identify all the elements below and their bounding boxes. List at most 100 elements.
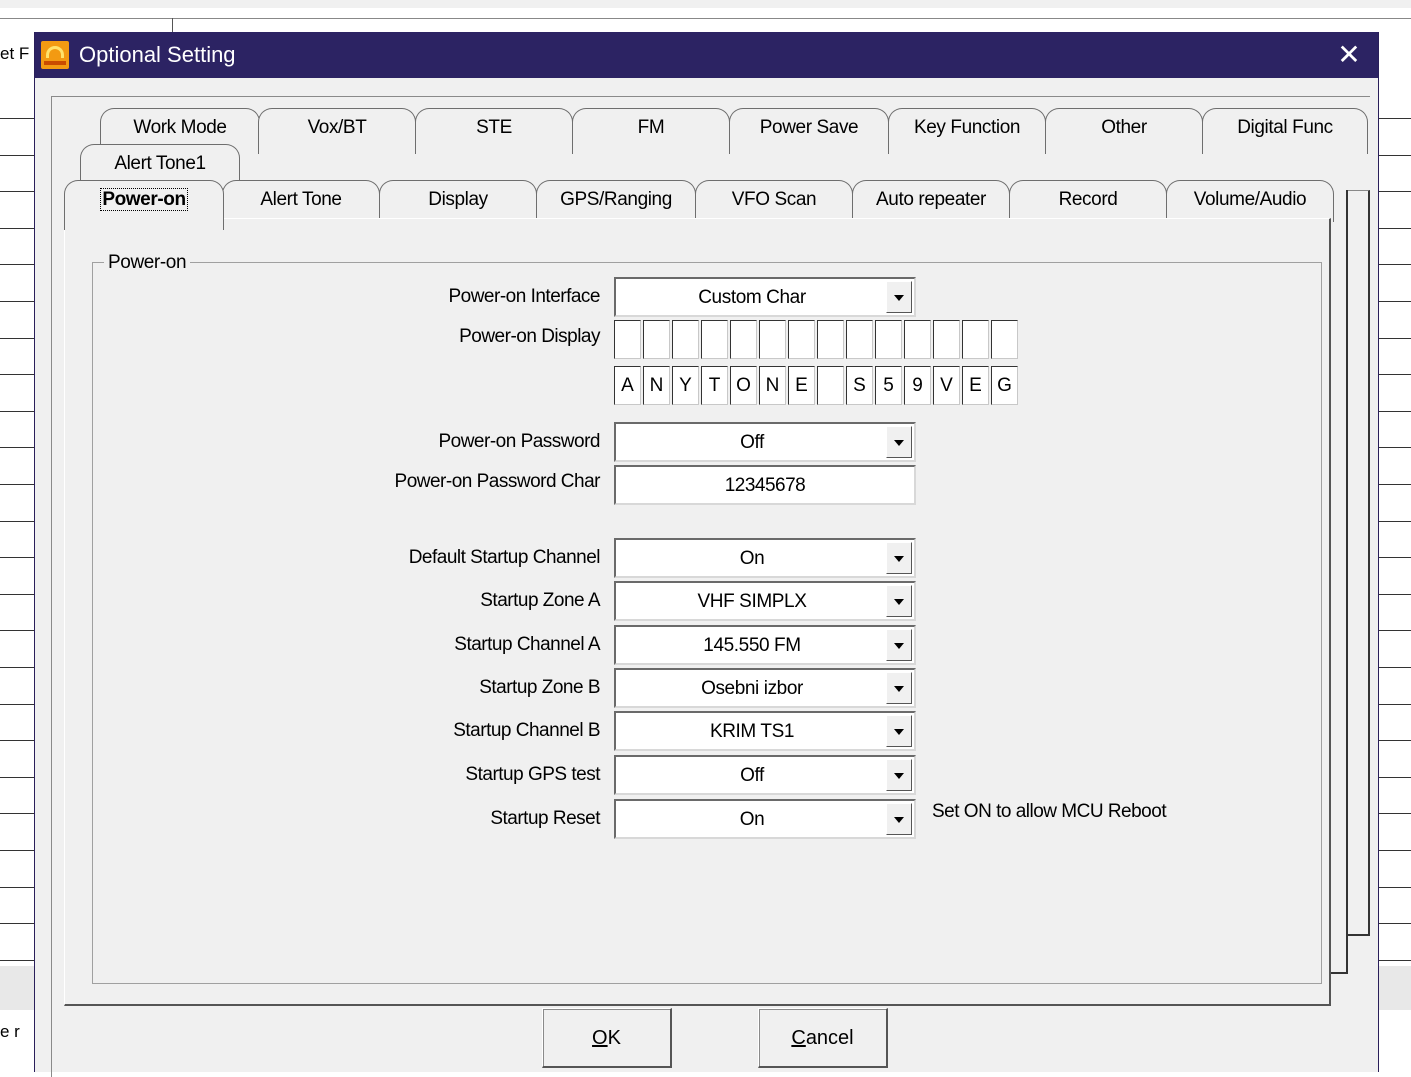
power-on-interface-select[interactable]: Custom Char — [614, 277, 916, 317]
input-value: 12345678 — [724, 475, 806, 496]
display-char-cell[interactable] — [904, 320, 931, 359]
background-grid-line — [0, 887, 34, 888]
display-char-cell[interactable] — [817, 366, 844, 405]
tab-ste[interactable]: STE — [415, 108, 573, 154]
display-char-cell[interactable] — [788, 320, 815, 359]
background-grid-line — [0, 740, 34, 741]
power-on-password-label: Power-on Password — [438, 431, 600, 452]
display-char-cell[interactable]: S — [846, 366, 873, 405]
dialog-titlebar: Optional Setting ✕ — [35, 32, 1378, 78]
background-grid-line — [1378, 338, 1411, 339]
dropdown-button[interactable] — [886, 629, 912, 661]
display-char-cell[interactable] — [962, 320, 989, 359]
dropdown-button[interactable] — [886, 715, 912, 747]
tab-auto-repeater[interactable]: Auto repeater — [852, 180, 1010, 222]
dropdown-button[interactable] — [886, 542, 912, 574]
startup-zone-a-select[interactable]: VHF SIMPLX — [614, 581, 916, 621]
chevron-down-icon — [894, 556, 904, 562]
startup-reset-select[interactable]: On — [614, 799, 916, 839]
background-grid-line — [0, 850, 34, 851]
display-char-cell[interactable]: E — [962, 366, 989, 405]
tab-display[interactable]: Display — [379, 180, 537, 222]
select-value: Off — [740, 432, 764, 453]
display-char-cell[interactable] — [759, 320, 786, 359]
tab-digital-func[interactable]: Digital Func — [1202, 108, 1368, 154]
tab-alert-tone[interactable]: Alert Tone — [222, 180, 380, 222]
display-char-cell[interactable] — [875, 320, 902, 359]
power-on-password-char-input[interactable]: 12345678 — [614, 465, 916, 505]
tab-vox-bt[interactable]: Vox/BT — [258, 108, 416, 154]
cancel-button[interactable]: Cancel — [758, 1008, 888, 1068]
tab-power-save[interactable]: Power Save — [729, 108, 889, 154]
background-grid-line — [0, 777, 34, 778]
dropdown-button[interactable] — [886, 426, 912, 458]
display-char-cell[interactable]: O — [730, 366, 757, 405]
display-char-cell[interactable]: 9 — [904, 366, 931, 405]
power-on-password-char-label: Power-on Password Char — [394, 471, 601, 492]
dialog-title: Optional Setting — [79, 42, 236, 67]
dropdown-button[interactable] — [886, 803, 912, 835]
display-char-cell[interactable] — [730, 320, 757, 359]
dropdown-button[interactable] — [886, 585, 912, 617]
tab-volume-audio[interactable]: Volume/Audio — [1166, 180, 1334, 222]
tab-power-on-label: Power-on — [100, 188, 188, 211]
display-char-cell[interactable]: G — [991, 366, 1018, 405]
startup-zone-b-select[interactable]: Osebni izbor — [614, 668, 916, 708]
select-value: KRIM TS1 — [709, 721, 795, 742]
display-char-cell[interactable] — [817, 320, 844, 359]
tab-gps-ranging[interactable]: GPS/Ranging — [536, 180, 696, 222]
background-statusbar-right — [1378, 966, 1411, 1010]
dropdown-button[interactable] — [886, 281, 912, 313]
chevron-down-icon — [894, 643, 904, 649]
display-char-cell[interactable]: T — [701, 366, 728, 405]
display-char-cell[interactable] — [643, 320, 670, 359]
display-char-cell[interactable]: 5 — [875, 366, 902, 405]
background-grid-line — [0, 155, 34, 156]
background-grid-line — [1378, 777, 1411, 778]
background-grid-line — [1378, 557, 1411, 558]
cancel-label-rest: ancel — [805, 1027, 854, 1049]
tab-other[interactable]: Other — [1045, 108, 1203, 154]
background-grid-line — [0, 557, 34, 558]
close-button[interactable]: ✕ — [1332, 38, 1366, 72]
display-char-cell[interactable] — [933, 320, 960, 359]
background-grid-line — [0, 923, 34, 924]
display-char-cell[interactable]: A — [614, 366, 641, 405]
background-grid-line — [1378, 484, 1411, 485]
display-char-cell[interactable]: Y — [672, 366, 699, 405]
startup-channel-b-select[interactable]: KRIM TS1 — [614, 711, 916, 751]
ok-button[interactable]: OK — [542, 1008, 672, 1068]
display-char-cell[interactable]: N — [643, 366, 670, 405]
app-logo-icon — [41, 41, 69, 69]
startup-channel-a-select[interactable]: 145.550 FM — [614, 625, 916, 665]
background-grid-line — [1378, 191, 1411, 192]
background-grid-line — [0, 228, 34, 229]
display-char-cell[interactable] — [614, 320, 641, 359]
display-char-cell[interactable] — [991, 320, 1018, 359]
display-char-cell[interactable] — [672, 320, 699, 359]
display-char-cell[interactable]: E — [788, 366, 815, 405]
startup-gps-test-select[interactable]: Off — [614, 755, 916, 795]
dropdown-button[interactable] — [886, 672, 912, 704]
groupbox-title: Power-on — [104, 252, 191, 274]
chevron-down-icon — [894, 729, 904, 735]
dropdown-button[interactable] — [886, 759, 912, 791]
tab-record[interactable]: Record — [1009, 180, 1167, 222]
background-grid-line — [0, 191, 34, 192]
tab-power-on[interactable]: Power-on — [64, 180, 224, 230]
tab-key-function[interactable]: Key Function — [888, 108, 1046, 154]
default-startup-channel-select[interactable]: On — [614, 538, 916, 578]
background-grid-line — [1378, 374, 1411, 375]
background-grid-line — [1378, 850, 1411, 851]
display-char-cell[interactable]: N — [759, 366, 786, 405]
background-grid-line — [0, 411, 34, 412]
background-grid-line — [1378, 667, 1411, 668]
display-char-cell[interactable]: V — [933, 366, 960, 405]
tab-vfo-scan[interactable]: VFO Scan — [695, 180, 853, 222]
background-grid-line — [0, 521, 34, 522]
display-char-cell[interactable] — [701, 320, 728, 359]
tab-fm[interactable]: FM — [572, 108, 730, 154]
background-statusbar-left — [0, 966, 34, 1010]
power-on-password-select[interactable]: Off — [614, 422, 916, 462]
display-char-cell[interactable] — [846, 320, 873, 359]
